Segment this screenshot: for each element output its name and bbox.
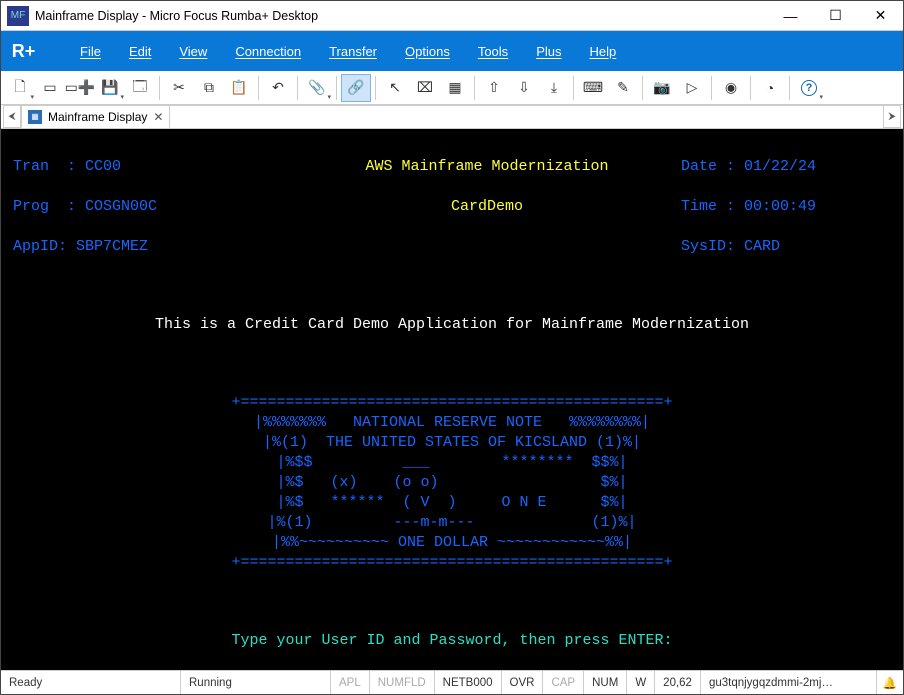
link-icon[interactable]: 🔗 [341, 74, 371, 102]
minimize-icon: ― [784, 8, 798, 24]
toolbar-separator [258, 76, 259, 100]
tab-session-icon: ▦ [28, 110, 42, 124]
session-b-icon[interactable]: ▭➕ [65, 74, 95, 102]
download-icon[interactable]: ⇩ [509, 74, 539, 102]
download2-icon[interactable]: ⤓ [539, 74, 569, 102]
save-icon[interactable]: 💾▾ [95, 74, 125, 102]
pointer-icon[interactable]: ↖ [380, 74, 410, 102]
table-tool-icon[interactable]: ▦ [440, 74, 470, 102]
toolbar: 🗋▾▭▭➕💾▾🗔 ✂⧉📋 ↶ 📎▾ 🔗 ↖⌧▦ ⇧⇩⤓ ⌨✎ 📷▷ ◉ ◔ ?▾ [1, 71, 903, 105]
maximize-icon: ☐ [829, 7, 842, 24]
status-running: Running [181, 671, 331, 694]
screen-tool-icon[interactable]: ⌧ [410, 74, 440, 102]
tab-mainframe-display[interactable]: ▦ Mainframe Display ✕ [21, 105, 170, 128]
session-a-icon[interactable]: ▭ [35, 74, 65, 102]
prompt-text: Type your User ID and Password, then pre… [13, 631, 891, 651]
banner-text: This is a Credit Card Demo Application f… [13, 315, 891, 335]
status-num: NUM [584, 671, 627, 694]
toolbar-separator [573, 76, 574, 100]
attach-icon[interactable]: 📎▾ [302, 74, 332, 102]
screen-title-2: CardDemo [293, 197, 681, 217]
menu-help[interactable]: Help [589, 44, 616, 59]
record-icon[interactable]: ◉ [716, 74, 746, 102]
help-icon[interactable]: ?▾ [794, 74, 824, 102]
ascii-art: +=======================================… [13, 393, 891, 573]
new-icon[interactable]: 🗋▾ [5, 74, 35, 102]
status-net: NETB000 [435, 671, 502, 694]
camera-icon[interactable]: 📷 [647, 74, 677, 102]
clock-icon[interactable]: ◔ [755, 74, 785, 102]
toolbar-separator [474, 76, 475, 100]
chevron-down-icon: ▾ [30, 93, 34, 101]
minimize-button[interactable]: ― [768, 1, 813, 31]
terminal-screen[interactable]: Tran : CC00AWS Mainframe ModernizationDa… [1, 129, 903, 670]
toolbar-separator [789, 76, 790, 100]
maximize-button[interactable]: ☐ [813, 1, 858, 31]
status-cursor: 20,62 [655, 671, 701, 694]
close-icon: ✕ [875, 7, 887, 24]
status-ready: Ready [1, 671, 181, 694]
status-host: gu3tqnjygqzdmmi-2mj… [701, 671, 877, 694]
screen-title-1: AWS Mainframe Modernization [293, 157, 681, 177]
menu-plus[interactable]: Plus [536, 44, 561, 59]
close-button[interactable]: ✕ [858, 1, 903, 31]
menubar: R+ File Edit View Connection Transfer Options… [1, 31, 903, 71]
status-apl: APL [331, 671, 370, 694]
undo-icon[interactable]: ↶ [263, 74, 293, 102]
tab-scroll-left[interactable]: ⮜ [3, 105, 21, 128]
menu-tools[interactable]: Tools [478, 44, 508, 59]
print-icon[interactable]: 🗔 [125, 74, 155, 102]
play-icon[interactable]: ▷ [677, 74, 707, 102]
app-icon: MF [7, 6, 29, 26]
keyboard-icon[interactable]: ⌨ [578, 74, 608, 102]
menu-options[interactable]: Options [405, 44, 450, 59]
menu-edit[interactable]: Edit [129, 44, 151, 59]
toolbar-separator [336, 76, 337, 100]
copy-icon[interactable]: ⧉ [194, 74, 224, 102]
chevron-down-icon: ▾ [120, 93, 124, 101]
tabbar: ⮜ ▦ Mainframe Display ✕ ⮞ [1, 105, 903, 129]
tab-label: Mainframe Display [48, 110, 147, 124]
upload-icon[interactable]: ⇧ [479, 74, 509, 102]
notification-bell-icon[interactable]: 🔔 [877, 676, 903, 690]
menu-connection[interactable]: Connection [235, 44, 301, 59]
toolbar-separator [711, 76, 712, 100]
toolbar-separator [642, 76, 643, 100]
eyedropper-icon[interactable]: ✎ [608, 74, 638, 102]
status-cap: CAP [543, 671, 584, 694]
chevron-down-icon: ▾ [327, 93, 331, 101]
paste-icon[interactable]: 📋 [224, 74, 254, 102]
window-title: Mainframe Display - Micro Focus Rumba+ D… [35, 9, 318, 23]
status-numfld: NUMFLD [370, 671, 435, 694]
menu-transfer[interactable]: Transfer [329, 44, 377, 59]
product-logo: R+ [1, 31, 46, 71]
titlebar: MF Mainframe Display - Micro Focus Rumba… [1, 1, 903, 31]
cut-icon[interactable]: ✂ [164, 74, 194, 102]
menu-view[interactable]: View [179, 44, 207, 59]
chevron-down-icon: ▾ [819, 93, 823, 101]
statusbar: Ready Running APL NUMFLD NETB000 OVR CAP… [1, 670, 903, 694]
status-ovr: OVR [502, 671, 544, 694]
tab-close-icon[interactable]: ✕ [153, 110, 163, 124]
toolbar-separator [159, 76, 160, 100]
toolbar-separator [375, 76, 376, 100]
tab-scroll-right[interactable]: ⮞ [883, 105, 901, 128]
toolbar-separator [750, 76, 751, 100]
toolbar-separator [297, 76, 298, 100]
status-w: W [627, 671, 655, 694]
menu-file[interactable]: File [80, 44, 101, 59]
